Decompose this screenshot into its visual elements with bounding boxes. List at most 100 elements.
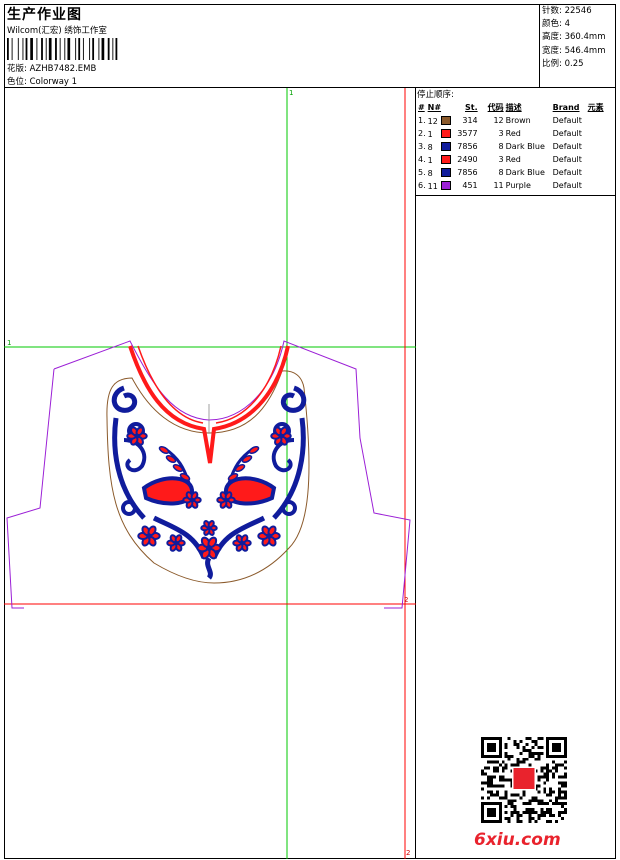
spec-stitches: 针数: 22546 (542, 6, 592, 16)
color-swatch (440, 154, 451, 164)
stop-sequence-header: # N# St. 代码 描述 Brand 元素 (417, 101, 605, 114)
stop-element (587, 153, 605, 166)
stop-description: Brown (505, 116, 531, 125)
stop-needle-number: 8 (427, 168, 433, 178)
design-canvas: 1 1 2 2 (4, 88, 416, 859)
stop-sequence-panel: 停止顺序: # N# St. 代码 描述 Brand 元素 1. 12 314 12 B… (416, 88, 616, 196)
spec-scale: 比例: 0.25 (542, 58, 584, 69)
stop-brand: Default (552, 181, 582, 190)
stop-element (587, 114, 605, 127)
stop-needle-number: 1 (427, 155, 433, 165)
flower-large-center (266, 533, 272, 539)
stop-code: 8 (498, 168, 504, 177)
stop-code: 11 (493, 181, 504, 190)
flower-large-center (146, 533, 152, 539)
pattern-value: AZHB7482.EMB (29, 64, 97, 74)
color-swatch (440, 141, 451, 151)
color-swatch (440, 128, 451, 138)
color-swatch (440, 167, 451, 177)
stop-brand: Default (552, 116, 582, 125)
stop-description: Purple (505, 181, 531, 190)
stop-row: 2. 1 3577 3 Red Default (417, 127, 605, 140)
col-code: 代码 (487, 103, 504, 112)
stop-needle-number: 1 (427, 129, 433, 139)
flower-top-center (278, 433, 284, 439)
leaf (158, 445, 170, 455)
stop-index: 4. (418, 155, 426, 164)
flower-top-center (134, 433, 140, 439)
header-info: 生产作业图 Wilcom(汇宏) 绣饰工作室 花版: AZHB7482.EMB … (4, 4, 540, 88)
leaf (248, 445, 260, 455)
pattern-line: 花版: AZHB7482.EMB (7, 62, 96, 74)
subtitle: Wilcom(汇宏) 绣饰工作室 (7, 26, 107, 36)
stop-element (587, 127, 605, 140)
stop-code: 3 (498, 155, 504, 164)
stop-brand: Default (552, 142, 582, 151)
stop-description: Red (505, 129, 521, 138)
stop-element (587, 179, 605, 192)
stop-row: 5. 8 7856 8 Dark Blue Default (417, 166, 605, 179)
stop-needle: 1 (427, 127, 455, 140)
stop-description: Dark Blue (505, 168, 545, 177)
specs-panel: 针数: 22546 颜色: 4 高度: 360.4mm 宽度: 546.4mm … (541, 4, 615, 71)
stop-index: 3. (418, 142, 426, 151)
stop-needle-number: 12 (427, 116, 438, 126)
flower-center-center (206, 545, 212, 551)
spec-height: 高度: 360.4mm (542, 32, 606, 43)
qr-code (481, 737, 567, 823)
stop-stitches: 451 (462, 181, 478, 190)
stop-stitches: 3577 (457, 129, 478, 138)
stop-code: 3 (498, 129, 504, 138)
stop-row: 1. 12 314 12 Brown Default (417, 114, 605, 127)
marker-top: 1 (289, 89, 293, 97)
stop-stitches: 7856 (457, 142, 478, 151)
stop-needle: 8 (427, 140, 455, 153)
col-brand: Brand (552, 103, 580, 112)
stop-index: 2. (418, 129, 426, 138)
flower-small-center (239, 540, 245, 546)
spec-colors: 颜色: 4 (542, 19, 570, 30)
marker-bottom: 2 (406, 849, 410, 857)
col-n: N# (427, 103, 442, 112)
scroll-ring (121, 500, 137, 516)
stop-needle: 12 (427, 114, 455, 127)
stop-description: Dark Blue (505, 142, 545, 151)
stop-needle: 11 (427, 179, 455, 192)
scroll-top (111, 385, 138, 413)
barcode (7, 38, 118, 60)
stop-index: 5. (418, 168, 426, 177)
pattern-label: 花版: (7, 64, 27, 74)
stop-needle-number: 8 (427, 142, 433, 152)
stop-needle: 1 (427, 153, 455, 166)
col-description: 描述 (505, 103, 522, 112)
stop-row: 4. 1 2490 3 Red Default (417, 153, 605, 166)
colorway-line: 色位: Colorway 1 (7, 75, 77, 87)
col-stitches: St. (465, 103, 478, 112)
flower-mid-center (223, 497, 229, 503)
watermark-brand: 6xiu.com (474, 830, 561, 850)
stop-stitches: 2490 (457, 155, 478, 164)
color-swatch (440, 115, 451, 125)
stop-element (587, 140, 605, 153)
stop-brand: Default (552, 168, 582, 177)
stop-sequence-title: 停止顺序: (417, 90, 454, 100)
marker-left: 1 (7, 339, 11, 347)
stop-needle: 8 (427, 166, 455, 179)
stop-brand: Default (552, 129, 582, 138)
spec-width: 宽度: 546.4mm (542, 45, 606, 56)
stop-description: Red (505, 155, 521, 164)
stop-code: 8 (498, 142, 504, 151)
scroll-top (280, 385, 307, 413)
color-swatch (440, 180, 451, 190)
colorway-value: Colorway 1 (29, 77, 78, 87)
stop-index: 6. (418, 181, 426, 190)
marker-right: 2 (404, 596, 408, 604)
header: 生产作业图 Wilcom(汇宏) 绣饰工作室 花版: AZHB7482.EMB … (4, 4, 616, 88)
flower-mid-center (189, 497, 195, 503)
col-element: 元素 (587, 103, 604, 112)
col-index: # (418, 103, 425, 112)
stop-code: 12 (493, 116, 504, 125)
stop-stitches: 314 (462, 116, 478, 125)
page-title: 生产作业图 (7, 7, 82, 23)
stop-index: 1. (418, 116, 426, 125)
